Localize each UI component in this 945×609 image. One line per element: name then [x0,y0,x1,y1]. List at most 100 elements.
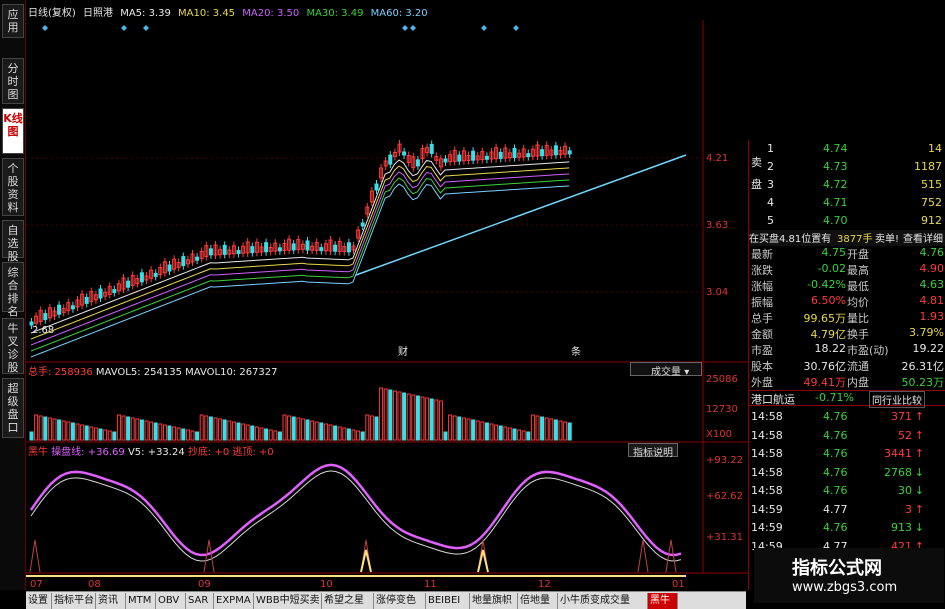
news-marker[interactable]: 条 [571,345,581,358]
tick-price: 4.76 [823,447,848,460]
sector-row: 港口航运 -0.71% 同行业比较 [749,390,945,408]
bottom-tab-9[interactable]: 涨停变色 [374,593,426,609]
bottom-tab-11[interactable]: 地量旗帜 [470,593,518,609]
arrow-up-icon: ↑ [914,428,924,442]
volume-bar [328,424,333,441]
tick-volume: 2768 [884,465,912,479]
order-book-row[interactable]: 3 4.72 515 [749,178,945,194]
volume-bar [185,429,190,441]
candle-body [471,150,476,161]
stat-value: 4.79亿 [810,328,847,341]
candle-body [236,250,241,254]
stat-label: 市盈(动) [847,344,889,357]
left-tab-6[interactable]: 牛叉诊股 [2,318,24,374]
order-price: 4.74 [823,142,848,155]
volume-bar [282,414,287,441]
volume-bar [365,414,370,441]
indicator-v5-line [30,470,682,562]
stat-row: 振幅 6.50% 均价 4.81 [749,294,945,310]
bottom-tab-12[interactable]: 倍地量 [518,593,558,609]
bottom-tab-10[interactable]: BEIBEI [426,593,470,609]
month-tick: 11 [424,579,437,590]
volume-bar [397,391,402,441]
volume-indicator-label: 成交量 [651,367,681,378]
volume-bar [360,431,365,441]
left-tab-7[interactable]: 超级盘口 [2,378,24,438]
tick-time: 14:58 [751,465,783,479]
price-tick-2: 3.63 [706,220,728,231]
left-tab-4[interactable]: 自选股 [2,220,24,263]
price-tick-3: 3.04 [706,287,728,298]
order-volume: 752 [921,196,942,209]
tick-time: 14:58 [751,428,783,442]
volume-bar [107,430,112,441]
candle-body [222,244,227,255]
event-markers[interactable] [42,25,519,31]
sector-name[interactable]: 港口航运 [751,391,795,407]
bottom-tab-2[interactable]: 资讯 [96,593,126,609]
candle-body [126,280,131,288]
volume-bar [273,430,278,441]
sector-compare-button[interactable]: 同行业比较 [869,391,925,408]
order-book-row[interactable]: 2 4.73 1187 [749,160,945,176]
bottom-tab-4[interactable]: OBV [156,593,186,609]
bottom-tab-1[interactable]: 指标平台 [52,593,96,609]
stat-label: 市盈 [751,344,773,357]
order-book-row[interactable]: 4 4.71 752 [749,196,945,212]
stat-label: 振幅 [751,296,773,309]
volume-bar [167,425,172,441]
volume-indicator-select[interactable]: 成交量 ▾ [630,362,702,378]
volume-bar [195,431,200,441]
arrow-up-icon: ↑ [914,447,924,460]
month-tick: 10 [320,579,333,590]
volume-bar [162,424,167,441]
left-tab-5[interactable]: 综合排名 [2,262,24,318]
stat-value: 26.31亿 [901,360,945,373]
order-book-row[interactable]: 5 4.70 912 [749,214,945,230]
left-tab-2[interactable]: K线图 [2,108,24,154]
bottom-tab-0[interactable]: 设置 [26,593,52,609]
bottom-tab-14[interactable]: 黑牛 [648,593,678,609]
volume-bar [250,425,255,441]
volume-bar [254,426,259,441]
bottom-tab-3[interactable]: MTM [126,593,156,609]
tick-price: 4.76 [823,484,848,497]
bottom-tab-5[interactable]: SAR [186,593,214,609]
tick-time: 14:58 [751,410,783,423]
left-tab-1[interactable]: 分时图 [2,58,24,104]
volume-bar [291,416,296,441]
tick-volume: 3441 [884,447,912,460]
volume-bar [420,396,425,441]
order-volume: 1187 [914,160,942,173]
tick-volume: 52 [898,428,912,442]
kline-chart-area[interactable]: 4.21 3.63 3.04 2.68 财 条 25086 12730 X100… [26,0,748,590]
left-tab-0[interactable]: 应用 [2,4,24,38]
stat-label: 总手 [751,312,773,325]
left-tab-3[interactable]: 个股资料 [2,158,24,216]
bottom-tab-7[interactable]: WBB中短买卖 [254,593,322,609]
candle-body [360,222,365,227]
volume-bar [323,423,328,441]
candle-body [277,247,282,252]
order-detail-link[interactable]: 查看详细 [903,230,943,245]
indicator-help-button[interactable]: 指标说明 [628,443,678,459]
volume-bar [121,415,126,441]
stat-value: 4.76 [919,246,945,259]
price-tick-1: 4.21 [706,153,728,164]
quote-panel: 1 4.74 14 2 4.73 1187 3 4.72 515 4 4.71 752 5 4.70 912… [748,140,945,590]
tick-row: 14:58 4.76 30 ↓ [749,484,945,500]
candle-body [415,159,420,167]
order-price: 4.71 [823,196,848,209]
volume-bar [369,415,374,441]
order-book-row[interactable]: 1 4.74 14 [749,142,945,158]
bottom-tab-8[interactable]: 希望之星 [322,593,374,609]
order-price: 4.72 [823,178,848,191]
arrow-down-icon: ↓ [914,465,924,479]
volume-bar [521,430,526,441]
candle-body [153,272,158,277]
bottom-tab-6[interactable]: EXPMA [214,593,254,609]
bottom-tab-13[interactable]: 小牛质变成交量 [558,593,648,609]
volume-bar [544,417,549,441]
volume-bar [530,414,535,441]
finance-marker[interactable]: 财 [398,345,408,358]
